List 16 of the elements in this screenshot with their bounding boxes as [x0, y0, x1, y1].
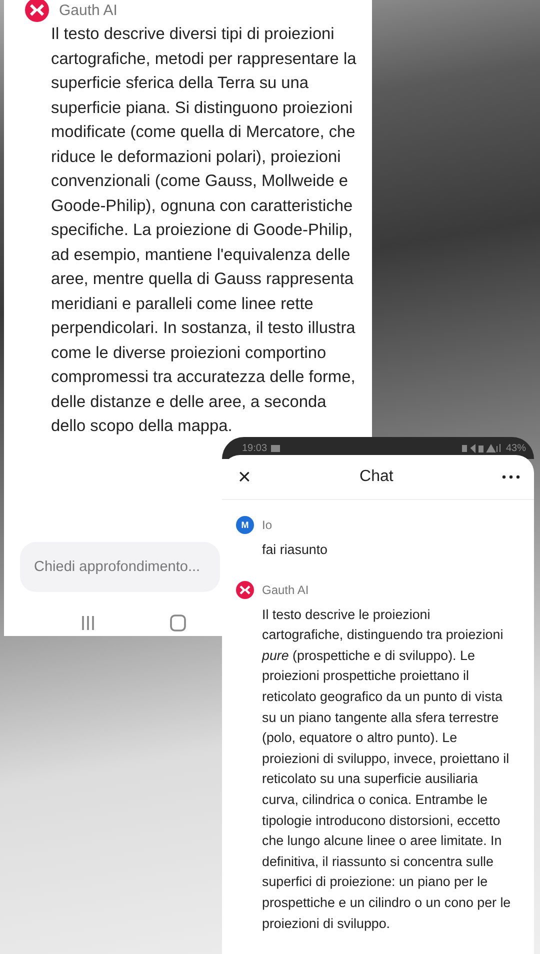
user-avatar: M	[236, 516, 254, 534]
question-input-field[interactable]: Chiedi approfondimento...	[20, 542, 220, 592]
home-icon[interactable]	[168, 614, 188, 632]
sender-name: Gauth AI	[59, 2, 118, 18]
message-text: Il testo descrive le proiezioni cartografiche, distinguendo tra proiezioni pure (prospettiche e di sviluppo). Le proiezioni prospettiche proiettano il reticolato geografico da un punto di vista su un piano tangente alla sfera terrestre (polo, equatore o altro punto). Le proiezioni di sviluppo, invece, proiettano il reticolato su una superficie ausiliaria curva, cilindrica o conica. Entrambe le tipologie introducono distorsioni, eccetto che lungo alcune linee o aree limitate. In definitiva, il riassunto si concentra sulle superfici di proiezione: un piano per le prospettiche e un cilindro o un cono per le proiezioni di sviluppo.	[262, 606, 512, 933]
battery-percent: 43%	[506, 442, 526, 454]
image-icon	[271, 444, 280, 452]
close-button[interactable]: ×	[238, 464, 251, 490]
sender-name: Gauth AI	[262, 582, 309, 597]
message-text: fai riasunto	[262, 541, 329, 559]
chat-title: Chat	[360, 468, 394, 486]
status-icons	[462, 444, 502, 452]
sender-name: Io	[262, 518, 272, 532]
message-text: Il testo descrive diversi tipi di proiezioni cartografiche, metodi per rappresentare la superficie sferica della Terra su una superficie piana. Si distinguono proiezioni modificate (come quella di Mercatore, che riduce le deformazioni polari), proiezioni convenzionali (come Gauss, Mollweide e Goode-Philip), ognuna con caratteristiche specifiche. La proiezione di Goode-Philip, ad esempio, mantiene l'equivalenza delle aree, mentre quella di Gauss rappresenta meridiani e paralleli come linee rette perpendicolari. In sostanza, il testo illustra come le diverse proiezioni comportino compromessi tra accuratezza delle forme, delle distanze e delle aree, a seconda dello scopo della mappa.	[51, 24, 358, 437]
more-options-icon[interactable]	[502, 475, 520, 479]
status-time: 19:03	[242, 442, 268, 454]
